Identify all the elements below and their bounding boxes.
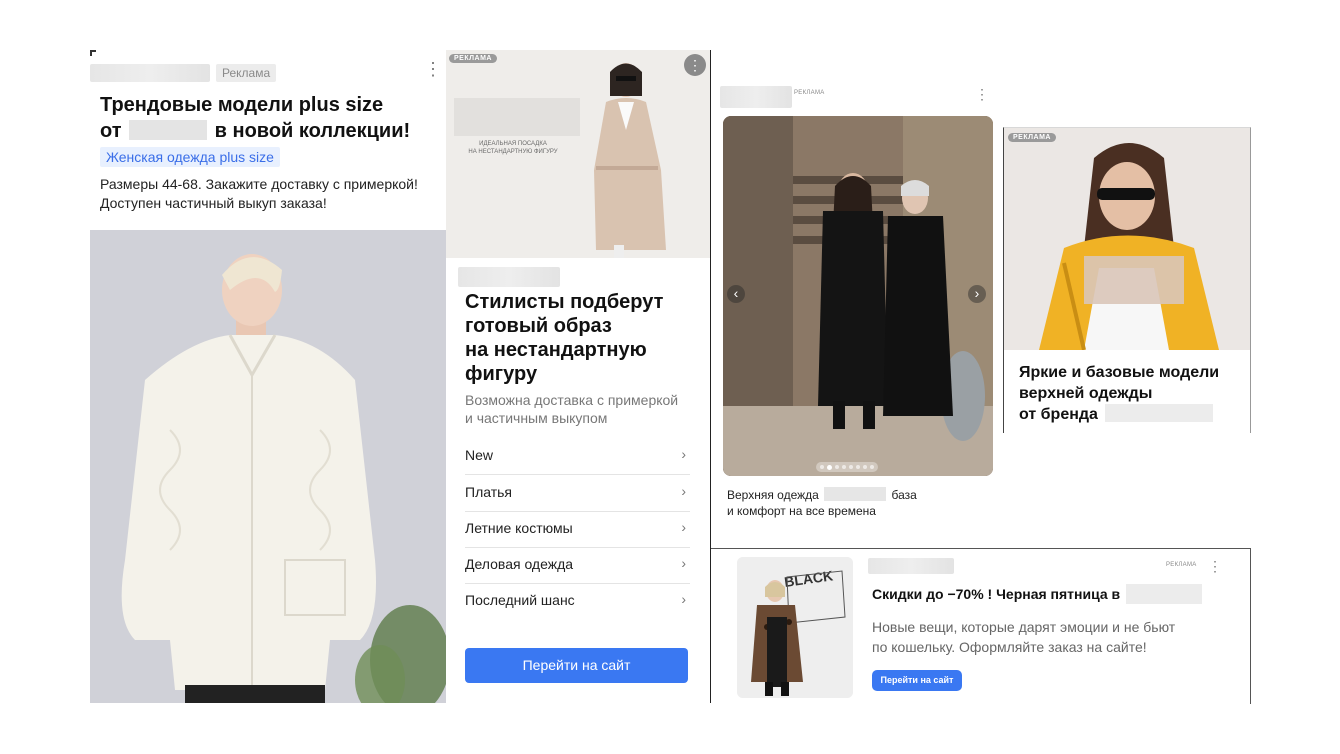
ad-badge: РЕКЛАМА (1166, 562, 1197, 568)
brand-blurred (1126, 584, 1203, 604)
menu-item-label: Платья (465, 484, 512, 500)
brand-blurred (824, 487, 887, 501)
ad-badge: РЕКЛАМА (449, 54, 497, 63)
menu-item-new[interactable]: New › (465, 438, 690, 475)
ad-description-line: Новые вещи, которые дарят эмоции и не бь… (872, 619, 1176, 635)
ad-title[interactable]: Трендовые модели plus size от в новой ко… (100, 92, 410, 144)
ad-title-line: верхней одежды (1019, 385, 1153, 402)
chevron-right-icon: › (681, 483, 686, 499)
ad-caption[interactable]: Верхняя одежда база и комфорт на все вре… (727, 487, 917, 519)
carousel-slide-photo[interactable] (723, 116, 993, 476)
ad-description: Возможна доставка с примеркой и частичны… (465, 391, 678, 427)
menu-item-business-wear[interactable]: Деловая одежда › (465, 547, 690, 584)
ad-title-prefix: от (100, 120, 122, 142)
menu-item-label: Деловая одежда (465, 556, 574, 572)
carousel-dot[interactable] (856, 465, 860, 469)
ad-title-prefix: от бренда (1019, 406, 1098, 423)
chevron-right-icon: › (681, 519, 686, 535)
ad-title-line: от бренда (1019, 404, 1219, 425)
chevron-right-icon: › (681, 446, 686, 462)
two-women-black-coats-illustration (723, 116, 993, 476)
menu-item-summer-suits[interactable]: Летние костюмы › (465, 511, 690, 548)
ad-caption-prefix: Верхняя одежда (727, 488, 819, 502)
menu-item-last-chance[interactable]: Последний шанс › (465, 583, 690, 619)
ad-caption-suffix: база (891, 488, 917, 502)
ad-description-line: Возможна доставка с примеркой (465, 392, 679, 408)
advertiser-name-blurred (458, 267, 560, 287)
ad-description-line: Доступен частичный выкуп заказа! (100, 195, 327, 211)
ad-caption-line: Верхняя одежда база (727, 487, 917, 503)
advertiser-name-blurred (720, 86, 792, 108)
ad-title-line: Трендовые модели plus size (100, 94, 384, 116)
ad-title-line: от в новой коллекции! (100, 118, 410, 144)
advertiser-name-blurred (868, 558, 954, 574)
ad-title-line: готовый образ (465, 315, 612, 337)
advertiser-name-blurred (90, 64, 210, 82)
carousel-dot[interactable] (863, 465, 867, 469)
go-to-site-button[interactable]: Перейти на сайт (465, 648, 688, 683)
woman-jacket-illustration (90, 230, 446, 703)
ad-description: Размеры 44-68. Закажите доставку с приме… (100, 175, 418, 213)
brand-blurred (129, 120, 208, 140)
ad-title-line: Стилисты подберут (465, 291, 664, 313)
more-vertical-icon[interactable]: ⋮ (975, 85, 989, 103)
ad-description: Новые вещи, которые дарят эмоции и не бь… (872, 617, 1175, 657)
menu-item-label: Летние костюмы (465, 520, 573, 536)
product-photo[interactable] (90, 230, 446, 703)
carousel-next-icon[interactable]: › (968, 285, 986, 303)
banner-photo[interactable] (1004, 128, 1250, 350)
ad-caption-line: и комфорт на все времена (727, 504, 876, 518)
product-photo[interactable]: BLACK (737, 557, 853, 698)
menu-item-label: Последний шанс (465, 592, 575, 608)
carousel-pagination[interactable] (816, 462, 878, 472)
chevron-right-icon: › (681, 555, 686, 571)
ad-badge: Реклама (216, 64, 277, 82)
carousel-dot[interactable] (827, 464, 832, 470)
ad-title[interactable]: Яркие и базовые модели верхней одежды от… (1019, 362, 1219, 425)
carousel-dot[interactable] (849, 465, 853, 469)
woman-yellow-jacket-illustration (1004, 128, 1250, 350)
carousel-dot[interactable] (835, 465, 839, 469)
ad-description-line: и частичным выкупом (465, 410, 608, 426)
brand-blurred (1105, 404, 1214, 422)
ad-title[interactable]: Скидки до −70% ! Черная пятница в (872, 584, 1203, 604)
more-vertical-icon[interactable]: ⋮ (684, 54, 706, 76)
sitelink[interactable]: Женская одежда plus size (100, 147, 280, 167)
more-vertical-icon[interactable]: ⋮ (1208, 557, 1222, 575)
chevron-right-icon: › (681, 591, 686, 607)
go-to-site-button[interactable]: Перейти на сайт (872, 670, 962, 691)
carousel-dot[interactable] (820, 465, 824, 469)
ad-title-prefix: Скидки до −70% ! Черная пятница в (872, 586, 1121, 602)
banner-slogan: ИДЕАЛЬНАЯ ПОСАДКА НА НЕСТАНДАРТНУЮ ФИГУР… (446, 140, 580, 156)
more-vertical-icon[interactable]: ⋮ (424, 60, 442, 78)
ad-title-line: Яркие и базовые модели (1019, 364, 1220, 381)
woman-leopard-coat-illustration: BLACK (737, 557, 853, 698)
ad-badge: РЕКЛАМА (794, 90, 825, 96)
ad-title-line: на нестандартную (465, 339, 647, 361)
ad-description-line: по кошельку. Оформляйте заказ на сайте! (872, 639, 1147, 655)
menu-item-label: New (465, 447, 494, 463)
banner-slogan-line: ИДЕАЛЬНАЯ ПОСАДКА (479, 141, 547, 147)
carousel-prev-icon[interactable]: ‹ (727, 285, 745, 303)
banner-slogan-line: НА НЕСТАНДАРТНУЮ ФИГУРУ (468, 149, 558, 155)
carousel-dot[interactable] (842, 465, 846, 469)
ad-title-line: фигуру (465, 363, 538, 385)
ad-description-line: Размеры 44-68. Закажите доставку с приме… (100, 176, 418, 192)
ad-title-suffix: в новой коллекции! (214, 120, 411, 142)
ad-title[interactable]: Стилисты подберут готовый образ на неста… (465, 290, 663, 386)
ad-badge: РЕКЛАМА (1008, 133, 1056, 142)
carousel-dot[interactable] (870, 465, 874, 469)
menu-item-dresses[interactable]: Платья › (465, 475, 690, 512)
corner-mark (90, 50, 96, 56)
